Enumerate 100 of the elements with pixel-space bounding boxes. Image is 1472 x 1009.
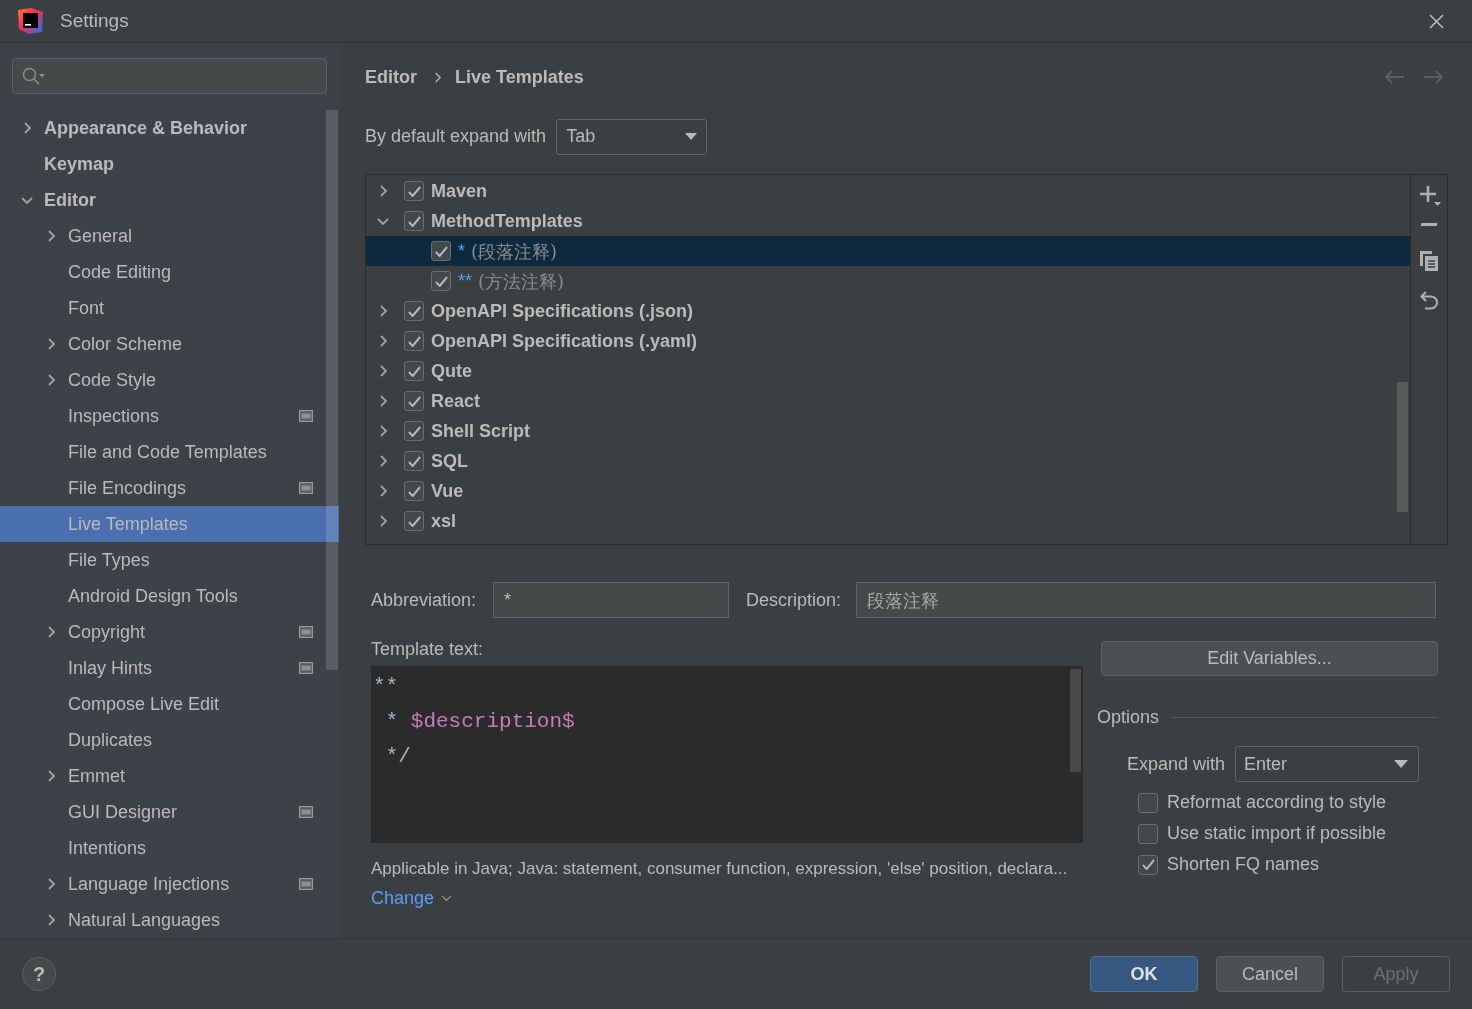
sidebar-item[interactable]: Intentions: [0, 830, 339, 866]
chevron-right-icon[interactable]: [379, 485, 387, 497]
chevron-right-icon[interactable]: [379, 455, 387, 467]
breadcrumb-item[interactable]: Live Templates: [455, 63, 584, 91]
template-group[interactable]: React: [366, 386, 1410, 416]
template-group[interactable]: xsl: [366, 506, 1410, 536]
template-item[interactable]: * (段落注释): [366, 236, 1410, 266]
checkbox-label[interactable]: Use static import if possible: [1167, 820, 1387, 847]
expand-dropdown[interactable]: Enter: [1235, 746, 1420, 782]
chevron-down-icon[interactable]: [377, 217, 389, 225]
sidebar-item[interactable]: Emmet: [0, 758, 339, 794]
scrollbar-thumb[interactable]: [1070, 669, 1081, 772]
chevron-right-icon[interactable]: [47, 914, 55, 926]
checkmark-icon: [407, 425, 421, 437]
sidebar-item[interactable]: Natural Languages: [0, 902, 339, 938]
dialog-button[interactable]: Cancel: [1216, 956, 1324, 992]
chevron-right-icon[interactable]: [47, 374, 55, 386]
checkbox[interactable]: [431, 241, 451, 261]
chevron-right-icon[interactable]: [47, 230, 55, 242]
copy-icon[interactable]: [1420, 251, 1438, 271]
template-group[interactable]: OpenAPI Specifications (.yaml): [366, 326, 1410, 356]
chevron-right-icon[interactable]: [379, 395, 387, 407]
sidebar-item[interactable]: File Types: [0, 542, 339, 578]
checkbox[interactable]: [404, 511, 424, 531]
sidebar-item[interactable]: Inlay Hints: [0, 650, 339, 686]
template-group[interactable]: Vue: [366, 476, 1410, 506]
edit-variables-button[interactable]: Edit Variables...: [1101, 641, 1438, 676]
sidebar-item[interactable]: Code Style: [0, 362, 339, 398]
sidebar-item[interactable]: Appearance & Behavior: [0, 110, 339, 146]
chevron-right-icon[interactable]: [47, 338, 55, 350]
checkbox[interactable]: [404, 421, 424, 441]
chevron-right-icon[interactable]: [379, 305, 387, 317]
sidebar-item[interactable]: Keymap: [0, 146, 339, 182]
breadcrumb-item[interactable]: Editor: [365, 63, 417, 91]
description-field[interactable]: 段落注释: [856, 582, 1436, 618]
dialog-button[interactable]: OK: [1090, 956, 1198, 992]
chevron-right-icon: [434, 71, 441, 83]
sidebar-item[interactable]: Compose Live Edit: [0, 686, 339, 722]
checkbox[interactable]: [404, 211, 424, 231]
checkbox[interactable]: [404, 301, 424, 321]
sidebar-item[interactable]: File Encodings: [0, 470, 339, 506]
checkbox[interactable]: [404, 391, 424, 411]
sidebar-item[interactable]: Android Design Tools: [0, 578, 339, 614]
checkbox[interactable]: [1138, 823, 1158, 844]
checkbox[interactable]: [404, 361, 424, 381]
checkbox[interactable]: [1138, 854, 1158, 875]
chevron-right-icon[interactable]: [379, 425, 387, 437]
chevron-right-icon[interactable]: [379, 335, 387, 347]
undo-icon[interactable]: [1420, 291, 1438, 310]
sidebar-item[interactable]: Duplicates: [0, 722, 339, 758]
expand-dropdown[interactable]: Tab: [556, 118, 708, 155]
template-group[interactable]: Maven: [366, 176, 1410, 206]
checkbox[interactable]: [1138, 792, 1158, 813]
template-group[interactable]: Shell Script: [366, 416, 1410, 446]
chevron-right-icon[interactable]: [47, 878, 55, 890]
template-group[interactable]: OpenAPI Specifications (.json): [366, 296, 1410, 326]
change-link[interactable]: Change: [371, 886, 453, 910]
template-editor[interactable]: ** * $description$ */: [371, 666, 1083, 843]
search-field[interactable]: [12, 58, 327, 94]
chevron-down-icon[interactable]: [21, 196, 33, 204]
template-group[interactable]: SQL: [366, 446, 1410, 476]
section-title: Options: [1097, 705, 1160, 729]
chevron-right-icon[interactable]: [47, 770, 55, 782]
template-group[interactable]: MethodTemplates: [366, 206, 1410, 236]
sidebar-item[interactable]: Inspections: [0, 398, 339, 434]
template-item[interactable]: ** (方法注释): [366, 266, 1410, 296]
sidebar-item[interactable]: Color Scheme: [0, 326, 339, 362]
sidebar-item[interactable]: Copyright: [0, 614, 339, 650]
chevron-right-icon[interactable]: [23, 122, 31, 134]
chevron-down-icon[interactable]: [441, 894, 453, 902]
sidebar-item[interactable]: File and Code Templates: [0, 434, 339, 470]
abbreviation-field[interactable]: *: [493, 582, 729, 618]
checkbox[interactable]: [431, 271, 451, 291]
template-group[interactable]: Qute: [366, 356, 1410, 386]
checkbox[interactable]: [404, 481, 424, 501]
sidebar-item[interactable]: Code Editing: [0, 254, 339, 290]
chevron-right-icon[interactable]: [379, 515, 387, 527]
scrollbar-thumb[interactable]: [326, 110, 338, 670]
checkbox-label[interactable]: Shorten FQ names: [1167, 851, 1320, 878]
field-label: Template text:: [371, 639, 485, 659]
help-button[interactable]: ?: [22, 957, 56, 991]
chevron-right-icon[interactable]: [379, 365, 387, 377]
checkbox[interactable]: [404, 331, 424, 351]
caret-down-icon: [685, 133, 698, 140]
sidebar-item[interactable]: Editor: [0, 182, 339, 218]
sidebar-item[interactable]: Font: [0, 290, 339, 326]
close-icon[interactable]: [1429, 13, 1444, 29]
sidebar-item[interactable]: Language Injections: [0, 866, 339, 902]
scrollbar-thumb[interactable]: [1397, 382, 1408, 512]
checkmark-icon: [407, 515, 421, 527]
sidebar-item[interactable]: GUI Designer: [0, 794, 339, 830]
sidebar-item[interactable]: General: [0, 218, 339, 254]
chevron-right-icon[interactable]: [379, 185, 387, 197]
checkbox-label[interactable]: Reformat according to style: [1167, 789, 1387, 816]
checkmark-icon: [407, 455, 421, 467]
plus-icon[interactable]: [1420, 186, 1441, 206]
field-label: By default expand with: [365, 125, 547, 148]
checkbox[interactable]: [404, 181, 424, 201]
chevron-right-icon[interactable]: [47, 626, 55, 638]
checkbox[interactable]: [404, 451, 424, 471]
